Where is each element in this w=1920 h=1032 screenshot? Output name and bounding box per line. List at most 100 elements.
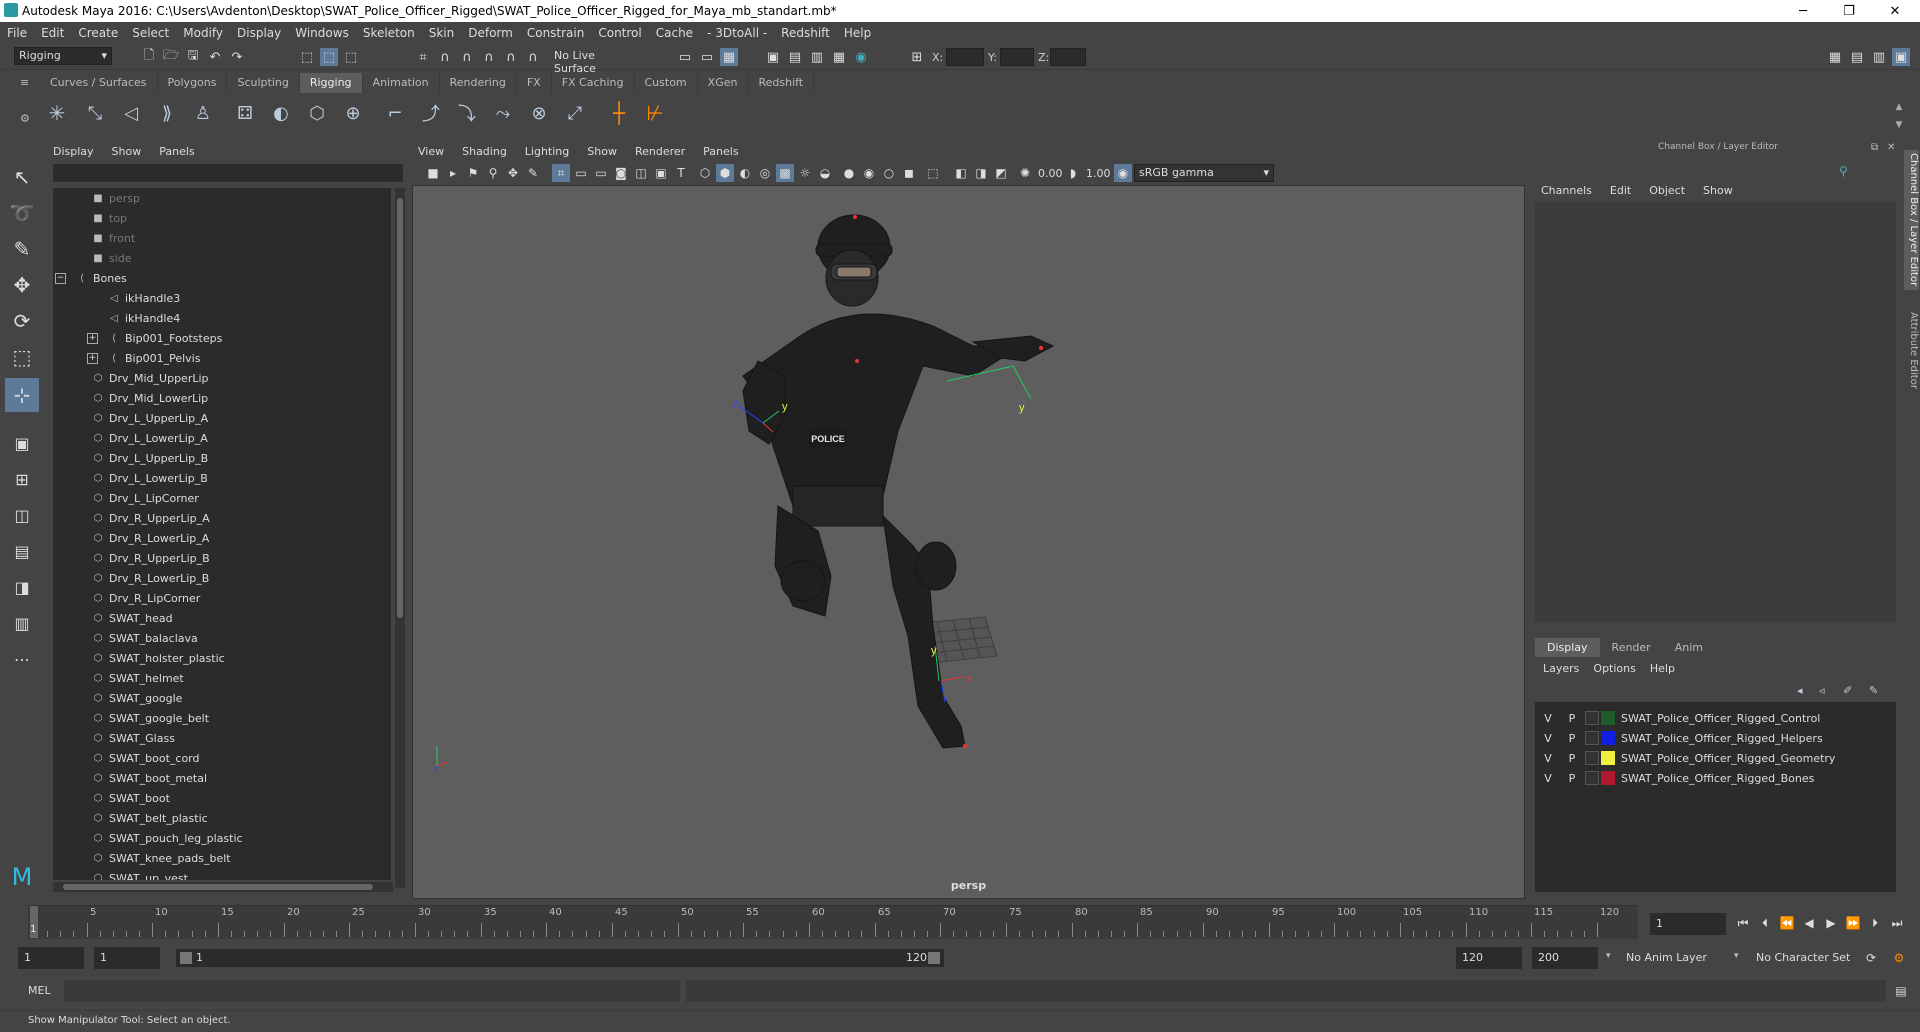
camera-select-icon[interactable]: ■: [424, 164, 442, 182]
menu-deform[interactable]: Deform: [461, 26, 520, 40]
layer-visibility-toggle[interactable]: V: [1541, 772, 1555, 785]
animation-start-field[interactable]: 1: [18, 947, 84, 969]
outliner-search-field[interactable]: [53, 164, 403, 182]
manipulator-tool-icon[interactable]: ⊹: [5, 378, 39, 412]
shelf-tab-polygons[interactable]: Polygons: [158, 73, 228, 93]
layer-row[interactable]: V P SWAT_Police_Officer_Rigged_Helpers: [1535, 728, 1896, 748]
layer-tab-anim[interactable]: Anim: [1663, 638, 1715, 657]
joint-tool-icon[interactable]: ✳: [48, 101, 66, 125]
shelf-tab-xgen[interactable]: XGen: [698, 73, 749, 93]
ipr-render-icon[interactable]: ▥: [808, 48, 826, 66]
chevron-down-icon[interactable]: ▾: [1606, 951, 1611, 961]
auto-key-icon[interactable]: ⟳: [1862, 949, 1880, 967]
command-language-label[interactable]: MEL: [28, 984, 51, 997]
menu-modify[interactable]: Modify: [176, 26, 230, 40]
hypershade-icon[interactable]: ◉: [852, 48, 870, 66]
orient-constraint-icon[interactable]: ⊗: [530, 103, 548, 124]
layer-color-swatch[interactable]: [1601, 771, 1615, 785]
outliner-item[interactable]: ⬡ Drv_Mid_UpperLip: [53, 368, 391, 388]
outliner-item[interactable]: + ⟨ Bip001_Pelvis: [53, 348, 391, 368]
textured-icon[interactable]: ▩: [776, 164, 794, 182]
menu-skeleton[interactable]: Skeleton: [356, 26, 422, 40]
outliner-hscrollbar[interactable]: [53, 882, 393, 892]
viewport-menu-panels[interactable]: Panels: [703, 145, 738, 158]
menu-cache[interactable]: Cache: [649, 26, 700, 40]
maximize-button[interactable]: ❐: [1826, 0, 1872, 22]
shelf-tab-rendering[interactable]: Rendering: [440, 73, 517, 93]
new-empty-layer-icon[interactable]: ✐: [1843, 684, 1852, 697]
paint-select-icon[interactable]: ✎: [5, 232, 39, 266]
shadows-icon[interactable]: ◒: [816, 164, 834, 182]
menu-help[interactable]: Help: [837, 26, 878, 40]
3d-viewport[interactable]: POLICE y z y y x persp: [412, 185, 1525, 899]
render-frame-icon[interactable]: ▤: [786, 48, 804, 66]
shelf-tab-rigging[interactable]: Rigging: [299, 73, 363, 93]
grease-pencil-icon[interactable]: ✎: [524, 164, 542, 182]
layer-color-swatch[interactable]: [1601, 711, 1615, 725]
gamma-value[interactable]: 1.00: [1086, 167, 1111, 180]
menu-skin[interactable]: Skin: [422, 26, 462, 40]
locator-icon[interactable]: ┼: [610, 101, 628, 125]
outliner-item[interactable]: ⬡ Drv_L_LowerLip_B: [53, 468, 391, 488]
viewport-menu-view[interactable]: View: [418, 145, 444, 158]
input-ops-icon[interactable]: ▭: [676, 48, 694, 66]
outliner-item[interactable]: ⬡ Drv_R_LowerLip_A: [53, 528, 391, 548]
layer-color-swatch[interactable]: [1601, 751, 1615, 765]
motion-blur-icon[interactable]: ◉: [860, 164, 878, 182]
menu-windows[interactable]: Windows: [288, 26, 356, 40]
skin-bind-icon[interactable]: ⚃: [236, 103, 254, 124]
shelf-scroll-up-icon[interactable]: ▲: [1890, 98, 1908, 116]
hscroll-thumb[interactable]: [63, 884, 373, 890]
close-panel-icon[interactable]: ✕: [1887, 142, 1895, 153]
expand-toggle-icon[interactable]: −: [55, 272, 66, 284]
quick-rig-icon[interactable]: ♙: [194, 103, 212, 124]
four-view-icon[interactable]: ⊞: [5, 462, 39, 496]
output-ops-icon[interactable]: ▭: [698, 48, 716, 66]
shelf-tab-sculpting[interactable]: Sculpting: [227, 73, 300, 93]
layer-playback-toggle[interactable]: P: [1565, 712, 1579, 725]
animation-end-field[interactable]: 200: [1532, 947, 1598, 969]
hypershade-layout-icon[interactable]: ▥: [5, 606, 39, 640]
persp-outliner-icon[interactable]: ▤: [5, 534, 39, 568]
snap-point-icon[interactable]: ∩: [458, 48, 476, 66]
isolate-select-icon[interactable]: ⬚: [924, 164, 942, 182]
mode-dropdown[interactable]: Rigging ▾: [14, 47, 112, 65]
outliner-item[interactable]: ⬡ Drv_L_UpperLip_B: [53, 448, 391, 468]
outliner-item[interactable]: ■ top: [53, 208, 391, 228]
persp-graph-icon[interactable]: ◨: [5, 570, 39, 604]
script-editor-icon[interactable]: ▤: [1892, 982, 1910, 1000]
range-slider[interactable]: 1 120: [176, 949, 944, 967]
outliner-item[interactable]: ■ side: [53, 248, 391, 268]
depth-of-field-icon[interactable]: ◼: [900, 164, 918, 182]
transform-mode-icon[interactable]: ⊞: [908, 48, 926, 66]
menu-select[interactable]: Select: [125, 26, 176, 40]
xray-joints-icon[interactable]: ◨: [972, 164, 990, 182]
command-input[interactable]: [64, 980, 680, 1002]
orient-joint-icon[interactable]: ⟫: [158, 103, 176, 124]
shelf-tab-curves-surfaces[interactable]: Curves / Surfaces: [40, 73, 158, 93]
layer-display-type-toggle[interactable]: [1585, 771, 1599, 785]
range-handle-left[interactable]: [180, 952, 192, 964]
expand-toggle-icon[interactable]: +: [87, 332, 98, 344]
mirror-joint-icon[interactable]: ◁: [122, 103, 140, 124]
chevron-down-icon[interactable]: ▾: [1734, 951, 1739, 961]
select-object-icon[interactable]: ⬚: [320, 48, 338, 66]
channel-menu-show[interactable]: Show: [1703, 184, 1733, 197]
exposure-value[interactable]: 0.00: [1038, 167, 1063, 180]
field-chart-icon[interactable]: ◫: [632, 164, 650, 182]
select-tool-icon[interactable]: ↖: [5, 160, 39, 194]
move-tool-icon[interactable]: ✥: [5, 268, 39, 302]
snap-view-icon[interactable]: ∩: [480, 48, 498, 66]
layout-small-icon[interactable]: ⋯: [5, 642, 39, 676]
layer-display-type-toggle[interactable]: [1585, 751, 1599, 765]
viewport-menu-shading[interactable]: Shading: [462, 145, 507, 158]
move-layer-up-icon[interactable]: ◂: [1797, 684, 1803, 697]
rotate-tool-icon[interactable]: ⟳: [5, 304, 39, 338]
outliner-item[interactable]: ⬡ Drv_Mid_LowerLip: [53, 388, 391, 408]
outliner-item[interactable]: ⬡ SWAT_google: [53, 688, 391, 708]
outliner-menu-panels[interactable]: Panels: [159, 145, 194, 158]
wireframe-icon[interactable]: ⬡: [696, 164, 714, 182]
outliner-item[interactable]: ⬡ Drv_L_LowerLip_A: [53, 428, 391, 448]
playback-end-field[interactable]: 120: [1456, 947, 1522, 969]
float-panel-icon[interactable]: ⧉: [1871, 142, 1878, 153]
